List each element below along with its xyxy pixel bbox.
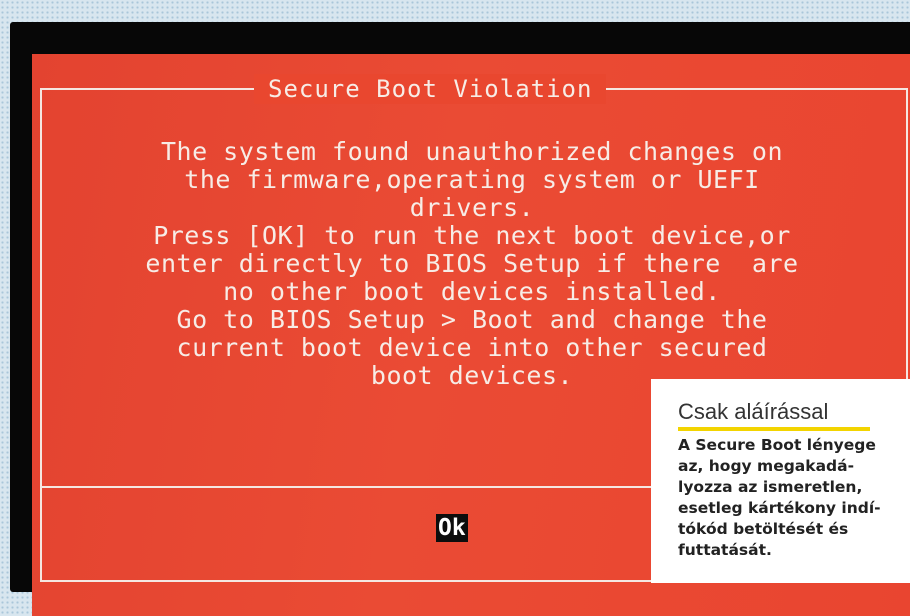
message-line: enter directly to BIOS Setup if there ar… bbox=[145, 249, 799, 278]
dialog-title: Secure Boot Violation bbox=[254, 74, 607, 104]
sidebar-text-line: az, hogy megakadá- bbox=[678, 457, 855, 475]
message-line: the firmware,operating system or UEFI bbox=[184, 165, 760, 194]
dialog-message: The system found unauthorized changes on… bbox=[42, 138, 902, 390]
message-line: Go to BIOS Setup > Boot and change the bbox=[176, 305, 768, 334]
title-highlight bbox=[678, 427, 870, 431]
message-line: current boot device into other secured bbox=[176, 333, 768, 362]
sidebar-text-line: lyozza az ismeretlen, bbox=[678, 478, 863, 496]
message-line: drivers. bbox=[409, 193, 535, 222]
sidebar-text-line: A Secure Boot lényege bbox=[678, 436, 876, 454]
sidebar-text-line: futtatását. bbox=[678, 541, 772, 559]
article-sidebar: Csak aláírással A Secure Boot lényege az… bbox=[651, 379, 910, 583]
message-line: The system found unauthorized changes on bbox=[160, 137, 784, 166]
ok-button[interactable]: Ok bbox=[436, 514, 468, 542]
sidebar-text-line: esetleg kártékony indí- bbox=[678, 499, 881, 517]
message-line: no other boot devices installed. bbox=[223, 277, 721, 306]
sidebar-text-line: tókód betöltését és bbox=[678, 520, 849, 538]
sidebar-text: A Secure Boot lényege az, hogy megakadá-… bbox=[678, 435, 910, 561]
message-line: Press [OK] to run the next boot device,o… bbox=[153, 221, 791, 250]
sidebar-title: Csak aláírással bbox=[678, 399, 829, 424]
